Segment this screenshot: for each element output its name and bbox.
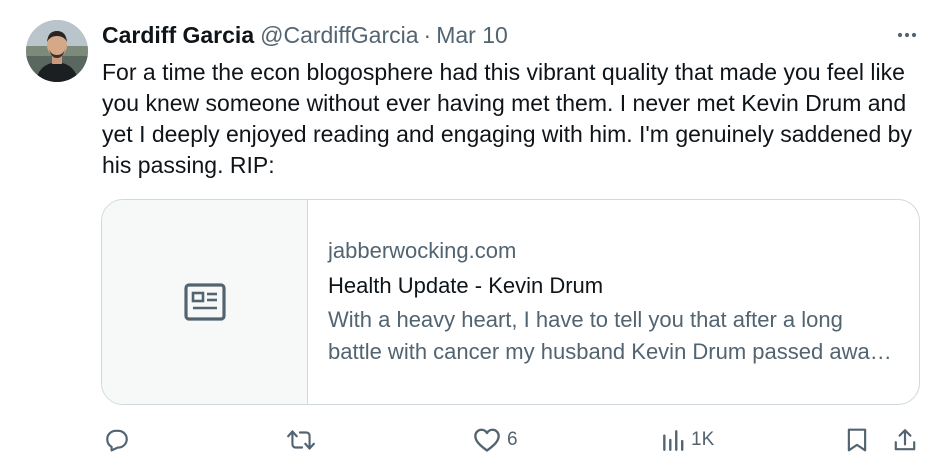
like-count: 6	[507, 429, 518, 450]
tweet-actions: 6 1K	[0, 424, 945, 456]
share-icon	[894, 429, 916, 451]
author-handle[interactable]: @CardiffGarcia	[260, 20, 418, 50]
tweet[interactable]: Cardiff Garcia @CardiffGarcia · Mar 10 F…	[0, 0, 945, 475]
link-card-thumbnail	[102, 200, 308, 404]
tweet-date[interactable]: Mar 10	[436, 20, 508, 50]
heart-icon	[474, 428, 500, 452]
reply-icon	[106, 429, 128, 452]
author-name[interactable]: Cardiff Garcia	[102, 20, 254, 50]
bookmark-button[interactable]	[845, 424, 869, 456]
link-card-title: Health Update - Kevin Drum	[328, 273, 604, 298]
link-card-domain: jabberwocking.com	[328, 238, 517, 263]
more-icon	[897, 32, 917, 38]
views-count: 1K	[691, 429, 715, 450]
more-options-button[interactable]	[894, 22, 920, 48]
retweet-button[interactable]	[286, 424, 322, 456]
link-card[interactable]: jabberwocking.com Health Update - Kevin …	[101, 199, 920, 405]
reply-button[interactable]	[104, 424, 136, 456]
tweet-text: For a time the econ blogosphere had this…	[102, 59, 912, 178]
views-button[interactable]: 1K	[661, 424, 714, 456]
analytics-icon	[663, 430, 684, 451]
tweet-content: Cardiff Garcia @CardiffGarcia · Mar 10 F…	[102, 20, 920, 181]
tweet-header: Cardiff Garcia @CardiffGarcia · Mar 10	[102, 20, 920, 50]
header-separator: ·	[423, 22, 432, 48]
link-card-body: jabberwocking.com Health Update - Kevin …	[308, 200, 919, 404]
retweet-icon	[287, 430, 315, 450]
like-button[interactable]: 6	[473, 424, 518, 456]
share-button[interactable]	[892, 424, 918, 456]
avatar[interactable]	[26, 20, 88, 82]
avatar-photo	[26, 20, 88, 82]
article-icon	[183, 283, 226, 321]
bookmark-icon	[847, 428, 867, 452]
link-card-description: With a heavy heart, I have to tell you t…	[328, 307, 881, 364]
